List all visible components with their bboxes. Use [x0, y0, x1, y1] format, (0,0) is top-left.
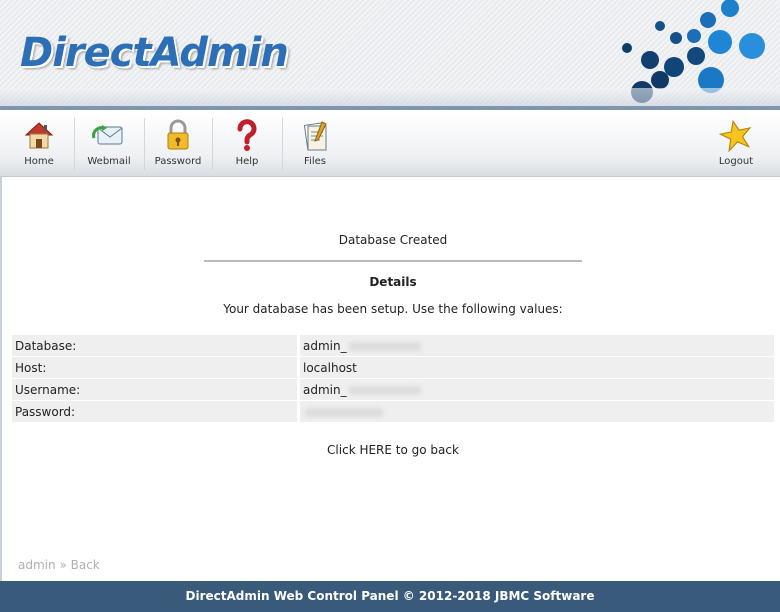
table-row: Database: admin_ [12, 335, 774, 356]
details-heading: Details [369, 275, 417, 289]
toolbar-home[interactable]: Home [4, 114, 74, 176]
go-back-link[interactable]: Click HERE to go back [0, 443, 780, 457]
padlock-icon [167, 119, 189, 150]
breadcrumb: admin » Back [18, 558, 100, 572]
title-divider [204, 260, 582, 262]
toolbar-logout-label: Logout [718, 156, 754, 167]
toolbar-help-label: Help [235, 156, 259, 167]
table-row: Username: admin_ [12, 379, 774, 400]
username-value[interactable]: admin_ [297, 379, 774, 400]
database-label: Database: [12, 335, 297, 356]
star-icon [719, 119, 752, 152]
toolbar-home-label: Home [24, 156, 54, 167]
username-label: Username: [12, 379, 297, 400]
redacted-text [305, 407, 383, 417]
toolbar-webmail-label: Webmail [87, 156, 131, 167]
table-row: Password: [12, 401, 774, 422]
breadcrumb-current[interactable]: Back [71, 558, 100, 572]
main-toolbar: Home Webmail Password Help Files Logout [0, 114, 780, 177]
files-icon [303, 121, 327, 151]
database-value[interactable]: admin_ [297, 335, 774, 356]
toolbar-logout[interactable]: Logout [700, 114, 772, 176]
toolbar-files-label: Files [304, 156, 326, 167]
question-icon [237, 119, 257, 151]
host-value[interactable]: localhost [297, 357, 774, 378]
footer-text: DirectAdmin Web Control Panel © 2012-201… [185, 589, 595, 603]
setup-message: Your database has been setup. Use the fo… [223, 302, 563, 316]
page-title: Database Created [338, 233, 448, 247]
toolbar-password-label: Password [154, 156, 202, 167]
footer: DirectAdmin Web Control Panel © 2012-201… [0, 581, 780, 612]
password-label: Password: [12, 401, 297, 422]
breadcrumb-user[interactable]: admin [18, 558, 56, 572]
toolbar-password[interactable]: Password [144, 114, 212, 176]
host-label: Host: [12, 357, 297, 378]
directadmin-logo: DirectAdmin [20, 30, 289, 76]
breadcrumb-separator: » [59, 558, 67, 572]
redacted-text [348, 385, 421, 395]
bubbles-decoration-icon [622, 0, 765, 103]
header-banner: DirectAdmin [0, 0, 780, 110]
password-value[interactable] [297, 401, 774, 422]
toolbar-files[interactable]: Files [282, 114, 348, 176]
redacted-text [348, 341, 421, 351]
database-values-table: Database: admin_ Host: localhost Usernam… [12, 334, 774, 423]
mail-icon [92, 125, 123, 145]
toolbar-help[interactable]: Help [212, 114, 282, 176]
toolbar-webmail[interactable]: Webmail [74, 114, 144, 176]
house-icon [24, 122, 54, 149]
table-row: Host: localhost [12, 357, 774, 378]
